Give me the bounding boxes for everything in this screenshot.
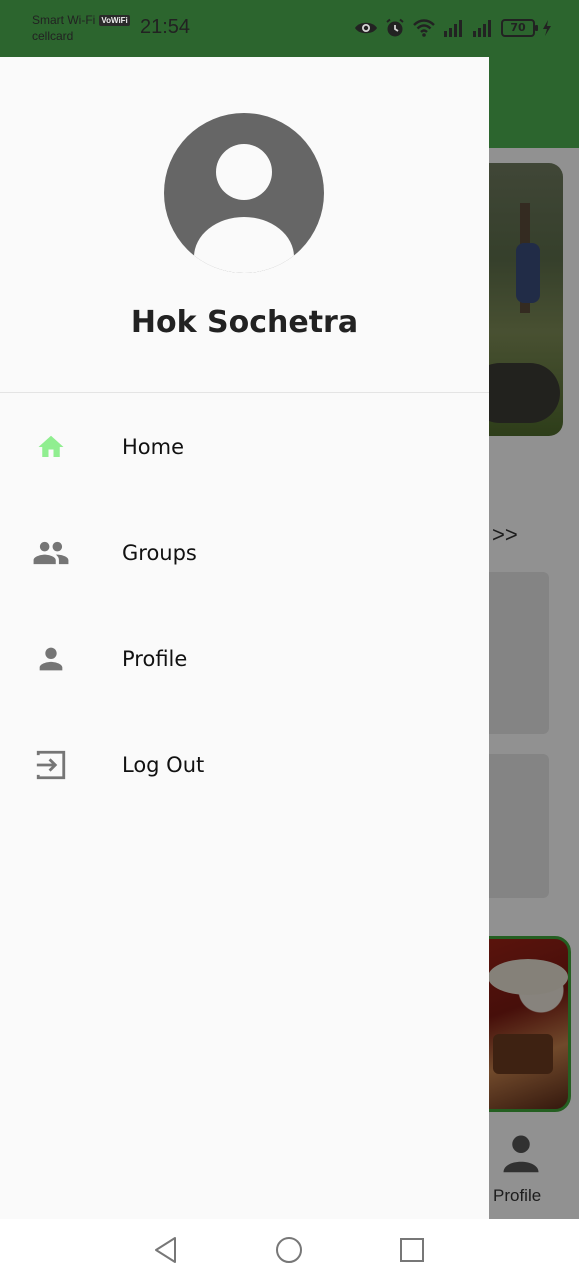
eye-icon (355, 22, 377, 34)
home-button-icon[interactable] (274, 1235, 304, 1265)
signal-icon (473, 20, 491, 37)
drawer-item-home[interactable]: Home (0, 394, 489, 500)
carrier-info: Smart Wi-Fi VoWiFi cellcard (32, 12, 130, 44)
drawer-menu: Home Groups Profile Log Out (0, 394, 489, 818)
drawer-item-groups[interactable]: Groups (0, 500, 489, 606)
recents-icon[interactable] (397, 1235, 427, 1265)
drawer-item-label: Home (122, 435, 185, 459)
vowifi-badge: VoWiFi (99, 14, 130, 26)
drawer-item-profile[interactable]: Profile (0, 606, 489, 712)
clock: 21:54 (140, 16, 191, 38)
wifi-icon (413, 19, 435, 37)
drawer-item-label: Groups (122, 541, 197, 565)
carrier-name: Smart Wi-Fi (32, 13, 96, 27)
drawer-item-label: Log Out (122, 753, 205, 777)
avatar (164, 113, 324, 273)
status-bar: Smart Wi-Fi VoWiFi cellcard 21:54 70 (0, 0, 579, 57)
groups-icon (31, 533, 71, 573)
battery-icon: 70 (501, 19, 538, 37)
signal-icon (444, 20, 462, 37)
navigation-drawer: Hok Sochetra Home Groups Profile Log Out (0, 57, 489, 1219)
charging-icon (543, 20, 551, 36)
back-icon[interactable] (151, 1235, 181, 1265)
home-icon (31, 427, 71, 467)
user-name: Hok Sochetra (130, 305, 359, 340)
person-icon (31, 639, 71, 679)
status-icons: 70 (354, 16, 552, 40)
drawer-item-logout[interactable]: Log Out (0, 712, 489, 818)
drawer-header: Hok Sochetra (0, 57, 489, 393)
alarm-icon (386, 18, 404, 37)
logout-icon (31, 745, 71, 785)
carrier-secondary: cellcard (32, 29, 74, 43)
system-nav-bar (0, 1219, 579, 1280)
drawer-item-label: Profile (122, 647, 188, 671)
